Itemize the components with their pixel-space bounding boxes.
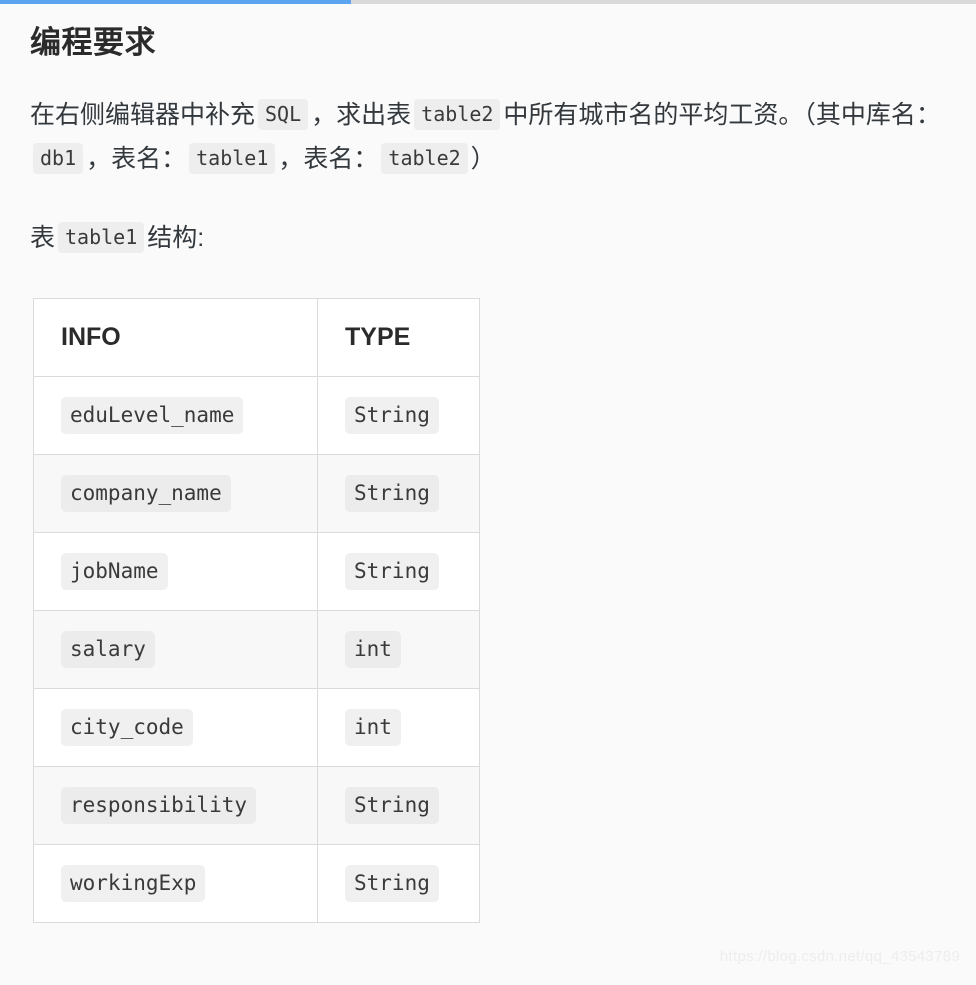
instruction-text-4: ，表名： [86, 145, 187, 174]
inline-code-sql: SQL [258, 98, 309, 130]
instruction-text-5: ，表名： [278, 145, 379, 174]
field-type-chip: String [345, 787, 439, 825]
table-container: INFO TYPE eduLevel_name String company_n… [33, 298, 952, 924]
inline-code-db1: db1 [33, 143, 84, 175]
cell-type: String [317, 376, 480, 456]
inline-code-table2-a: table2 [414, 98, 501, 130]
table-row: salary int [33, 610, 480, 690]
field-type-chip: String [345, 397, 439, 435]
table-row: company_name String [33, 454, 480, 534]
instruction-text-2: ，求出表 [311, 100, 412, 129]
table-row: workingExp String [33, 844, 480, 924]
cell-info: salary [33, 610, 318, 690]
cell-info: eduLevel_name [33, 376, 318, 456]
cell-type: int [317, 688, 480, 768]
cell-info: responsibility [33, 766, 318, 846]
table-row: jobName String [33, 532, 480, 612]
page-title: 编程要求 [30, 25, 156, 60]
table-row: eduLevel_name String [33, 376, 480, 456]
cell-type: String [317, 844, 480, 924]
cell-type: int [317, 610, 480, 690]
field-name-chip: eduLevel_name [61, 397, 244, 435]
table-row: city_code int [33, 688, 480, 768]
cell-type: String [317, 532, 480, 612]
field-name-chip: responsibility [61, 787, 257, 825]
field-name-chip: city_code [61, 709, 193, 747]
cell-info: jobName [33, 532, 318, 612]
table-header-row: INFO TYPE [33, 298, 480, 378]
field-type-chip: String [345, 475, 439, 513]
cell-info: workingExp [33, 844, 318, 924]
inline-code-table2-b: table2 [381, 143, 468, 175]
column-header-type: TYPE [317, 298, 480, 378]
instruction-text-6: ） [470, 145, 496, 174]
cell-info: company_name [33, 454, 318, 534]
field-name-chip: company_name [61, 475, 231, 513]
field-type-chip: int [345, 709, 401, 747]
instruction-text-1: 在右侧编辑器中补充 [30, 100, 256, 129]
field-name-chip: workingExp [61, 865, 206, 903]
table-body: eduLevel_name String company_name String… [33, 376, 480, 924]
table1-structure-table: INFO TYPE eduLevel_name String company_n… [33, 298, 480, 924]
field-type-chip: String [345, 865, 439, 903]
field-name-chip: jobName [61, 553, 168, 591]
cell-type: String [317, 454, 480, 534]
instruction-text-3: 中所有城市名的平均工资。（其中库名： [503, 100, 941, 129]
document-page: 编程要求 在右侧编辑器中补充 SQL ，求出表 table2 中所有城市名的平均工资。（… [0, 4, 976, 924]
watermark: https://blog.csdn.net/qq_43543789 [719, 948, 960, 965]
table-structure-paragraph: 表 table1 结构: [30, 216, 952, 261]
structure-text-2: 结构: [147, 223, 205, 252]
table-head: INFO TYPE [33, 298, 480, 378]
field-name-chip: salary [61, 631, 155, 669]
structure-text-1: 表 [30, 223, 56, 252]
table-row: responsibility String [33, 766, 480, 846]
content-area: 编程要求 在右侧编辑器中补充 SQL ，求出表 table2 中所有城市名的平均工资。（… [0, 4, 976, 924]
field-type-chip: String [345, 553, 439, 591]
column-header-info: INFO [33, 298, 318, 378]
field-type-chip: int [345, 631, 401, 669]
instruction-paragraph: 在右侧编辑器中补充 SQL ，求出表 table2 中所有城市名的平均工资。（其中库名：… [30, 93, 952, 182]
inline-code-table1-a: table1 [189, 143, 276, 175]
cell-type: String [317, 766, 480, 846]
inline-code-table1-b: table1 [58, 221, 145, 253]
cell-info: city_code [33, 688, 318, 768]
